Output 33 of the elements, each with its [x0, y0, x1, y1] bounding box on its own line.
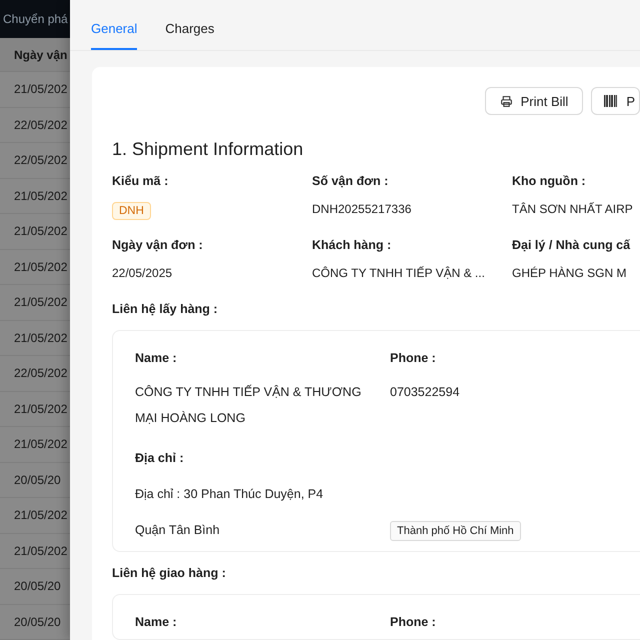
- section-label: Liên hệ lấy hàng :: [112, 302, 219, 316]
- barcode-button[interactable]: P: [591, 87, 640, 115]
- contact-phone: 0703522594: [390, 384, 461, 401]
- field-value: 22/05/2025: [112, 266, 174, 280]
- city-tag: Thành phố Hồ Chí Minh: [390, 521, 521, 541]
- tab[interactable]: Charges: [165, 0, 214, 50]
- field-value: GHÉP HÀNG SGN M: [512, 266, 628, 280]
- field-label: Kiểu mã :: [112, 174, 170, 188]
- field-label: Kho nguồn :: [512, 174, 587, 188]
- field-value: DNH20255217336: [312, 202, 412, 216]
- section-title: 1. Shipment Information: [112, 139, 304, 160]
- field-label: Ngày vận đơn :: [112, 238, 204, 252]
- field-label: Khách hàng :: [312, 238, 392, 252]
- field-label: Name :: [135, 351, 178, 365]
- field-label: Đại lý / Nhà cung cấ: [512, 238, 632, 252]
- field-value: TÂN SƠN NHẤT AIRP: [512, 202, 634, 216]
- type-tag: DNH: [112, 202, 151, 220]
- column-header: Ngày vận: [0, 38, 70, 72]
- contact-name: CÔNG TY TNHH TIẾP VẬN & THƯƠNG MẠI HOÀNG LONG: [135, 384, 362, 427]
- page-title: Chuyển phá: [3, 12, 68, 26]
- field-label: Phone :: [390, 351, 437, 365]
- barcode-icon: [604, 95, 618, 107]
- field-label: Địa chỉ :: [135, 451, 185, 465]
- field-label: Số vận đơn :: [312, 174, 390, 188]
- field-label: Name :: [135, 615, 178, 629]
- field-value: CÔNG TY TNHH TIẾP VẬN & ...: [312, 266, 486, 280]
- district-text: Quận Tân Bình: [135, 523, 221, 539]
- section-label: Liên hệ giao hàng :: [112, 566, 227, 580]
- address-line: Địa chỉ : 30 Phan Thúc Duyện, P4: [135, 487, 324, 501]
- tab[interactable]: General: [91, 0, 138, 50]
- print-button[interactable]: Print Bill: [484, 87, 584, 115]
- printer-icon: [500, 94, 513, 108]
- field-label: Phone :: [390, 615, 437, 629]
